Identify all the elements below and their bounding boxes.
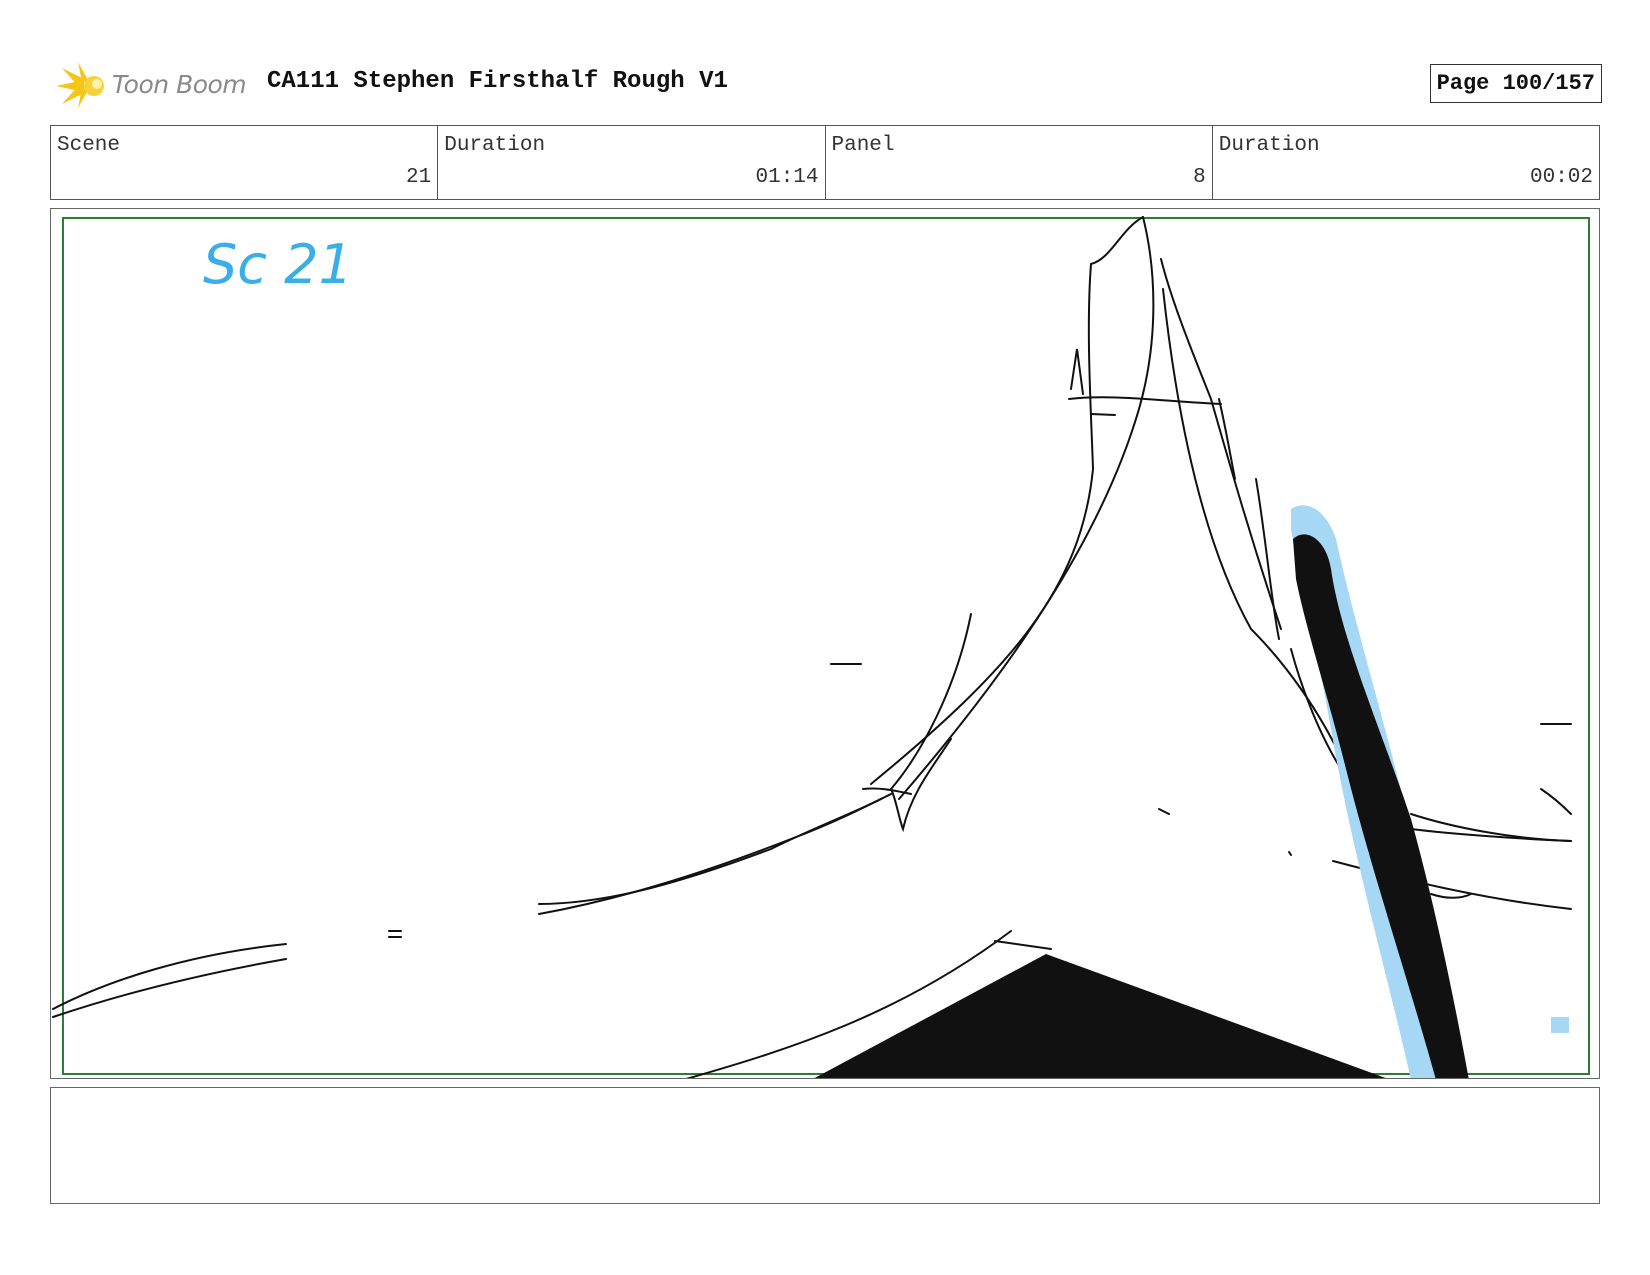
notes-box	[50, 1087, 1600, 1204]
storyboard-panel: Sc 21	[50, 208, 1600, 1079]
panel-duration-label: Duration	[1218, 134, 1320, 157]
panel-cell: Panel 8	[826, 126, 1213, 199]
star-burst-icon	[56, 62, 104, 108]
info-table: Scene 21 Duration 01:14 Panel 8 Duration…	[50, 125, 1600, 200]
panel-value: 8	[1193, 166, 1206, 189]
document-title: CA111 Stephen Firsthalf Rough V1	[267, 68, 728, 95]
ink-stroke	[1293, 534, 1469, 1078]
panel-duration-value: 00:02	[1529, 166, 1593, 189]
scene-duration-value: 01:14	[755, 166, 819, 189]
page-header: Toon Boom CA111 Stephen Firsthalf Rough …	[50, 56, 1602, 112]
panel-duration-cell: Duration 00:02	[1213, 126, 1599, 199]
scene-duration-label: Duration	[444, 134, 546, 157]
scene-label: Scene	[57, 134, 121, 157]
toon-boom-logo: Toon Boom	[54, 60, 254, 110]
scene-cell: Scene 21	[51, 126, 439, 199]
scene-annotation: Sc 21	[203, 233, 353, 296]
scene-value: 21	[406, 166, 432, 189]
corner-mark	[1551, 1017, 1569, 1033]
panel-label: Panel	[831, 134, 895, 157]
ground-shadow	[814, 954, 1386, 1078]
scene-duration-cell: Duration 01:14	[438, 126, 826, 199]
page-number: Page 100/157	[1429, 64, 1602, 103]
sketch-drawing: Sc 21	[52, 216, 1590, 1078]
logo-text: Toon Boom	[112, 70, 247, 99]
